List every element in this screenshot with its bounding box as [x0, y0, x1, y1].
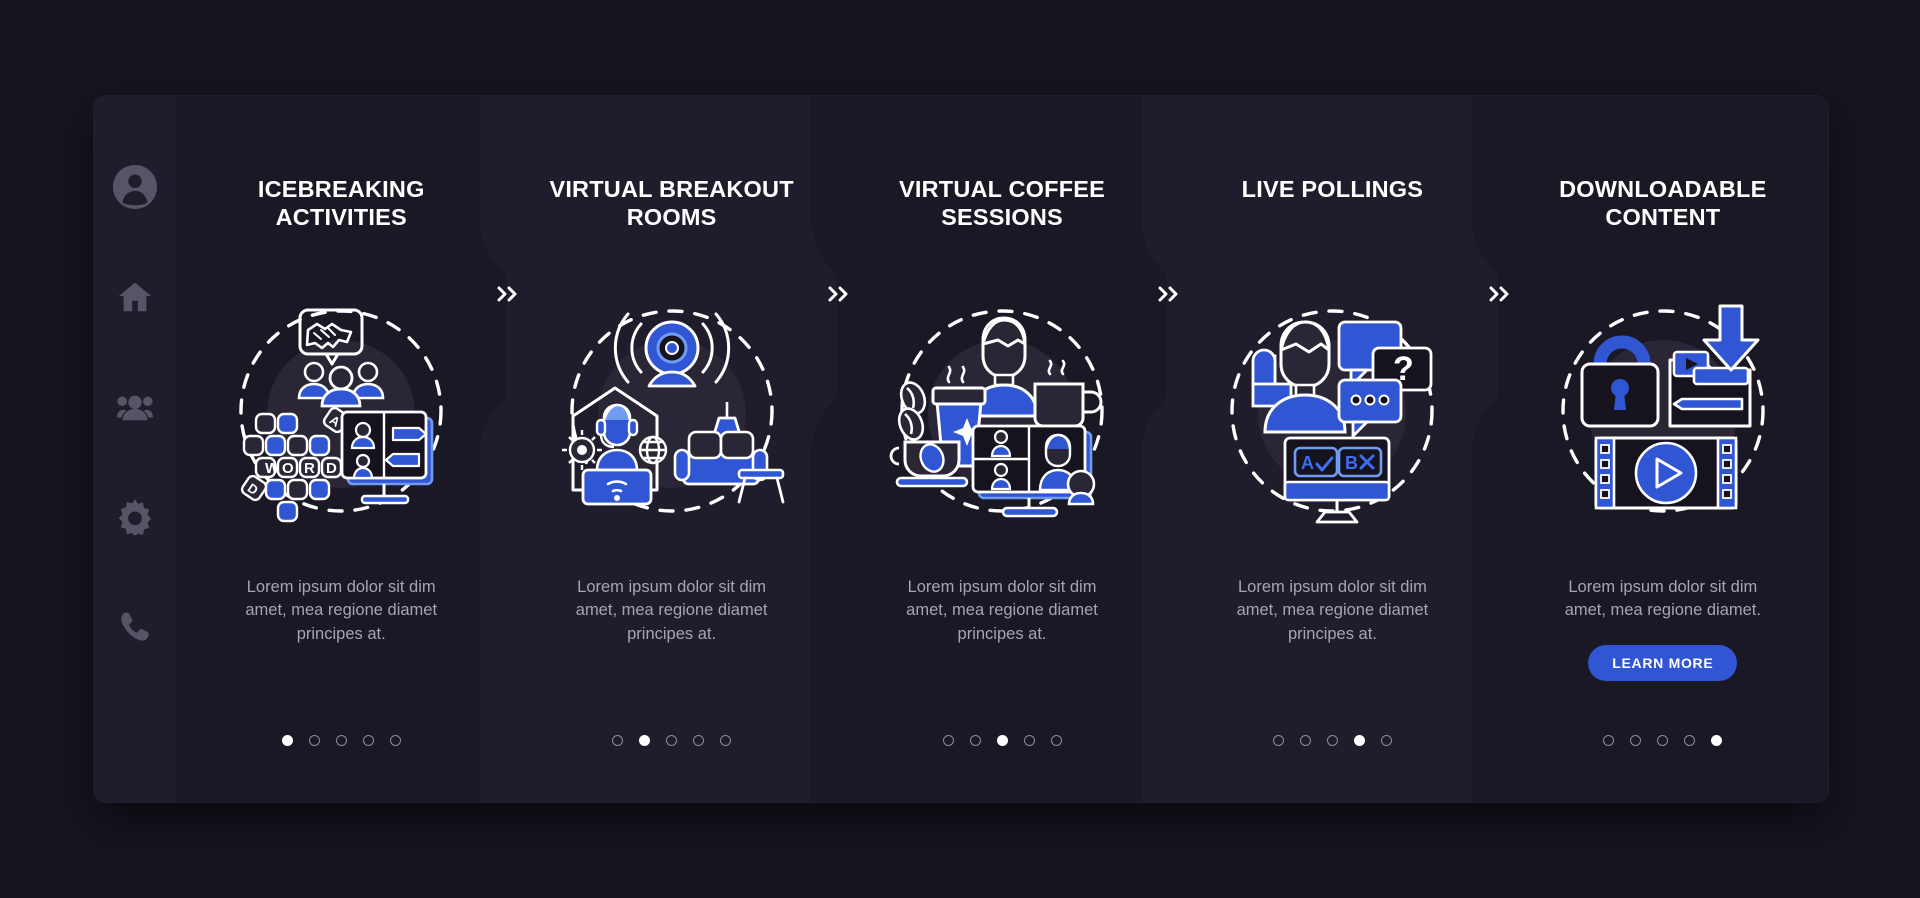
double-chevron-right-icon: [495, 284, 519, 304]
gear-icon: [117, 499, 153, 535]
panel-description: Lorem ipsum dolor sit dim amet, mea regi…: [1564, 578, 1761, 620]
svg-text:O: O: [282, 460, 294, 477]
panel-title: DOWNLOADABLE CONTENT: [1559, 176, 1767, 230]
virtual-coffee-sessions-illustration: [883, 292, 1121, 530]
dot-3[interactable]: [1657, 735, 1669, 746]
sidebar-item-home[interactable]: [114, 276, 156, 318]
dot-2[interactable]: [969, 735, 981, 746]
panel-title: LIVE POLLINGS: [1241, 176, 1424, 202]
dot-4[interactable]: [1684, 735, 1696, 746]
panel-downloadable-content[interactable]: DOWNLOADABLE CONTENT Lorem ipsum dolor s…: [1471, 96, 1828, 802]
sidebar: [94, 96, 176, 802]
panel-live-pollings[interactable]: LIVE POLLINGS ? A B Lorem ipsum dolor si…: [1141, 96, 1498, 802]
dot-5[interactable]: [389, 735, 401, 746]
svg-text:R: R: [304, 460, 315, 477]
dot-4[interactable]: [693, 735, 705, 746]
dot-1[interactable]: [612, 735, 624, 746]
svg-text:D: D: [326, 460, 337, 477]
svg-text:B: B: [1345, 453, 1358, 473]
user-avatar-icon: [112, 164, 158, 210]
dot-1[interactable]: [1603, 735, 1615, 746]
people-group-icon: [116, 388, 154, 426]
home-icon: [116, 278, 154, 316]
panel-title: ICEBREAKING ACTIVITIES: [257, 176, 425, 230]
svg-text:W: W: [265, 460, 280, 477]
dot-4[interactable]: [1023, 735, 1035, 746]
dot-1[interactable]: [1272, 735, 1284, 746]
learn-more-button[interactable]: LEARN MORE: [1588, 644, 1738, 681]
panel-title: VIRTUAL COFFEE SESSIONS: [898, 176, 1106, 230]
onboarding-card: ICEBREAKING ACTIVITIES W O R D A D Lorem…: [94, 96, 1828, 802]
dot-3[interactable]: [996, 735, 1008, 746]
pagination-dots[interactable]: [506, 735, 836, 746]
dot-2[interactable]: [1299, 735, 1311, 746]
sidebar-item-contact[interactable]: [114, 606, 156, 648]
panel-description: Lorem ipsum dolor sit dim amet, mea regi…: [575, 578, 768, 643]
dot-5[interactable]: [1050, 735, 1062, 746]
dot-5[interactable]: [1711, 735, 1723, 746]
panel-virtual-coffee-sessions[interactable]: VIRTUAL COFFEE SESSIONS Lorem ipsum dolo…: [810, 96, 1168, 802]
pagination-dots[interactable]: [1167, 735, 1497, 746]
double-chevron-right-icon: [1487, 284, 1511, 304]
dot-2[interactable]: [639, 735, 651, 746]
dot-5[interactable]: [1380, 735, 1392, 746]
double-chevron-right-icon: [1156, 284, 1180, 304]
dot-3[interactable]: [666, 735, 678, 746]
dot-4[interactable]: [1353, 735, 1365, 746]
phone-icon: [118, 610, 152, 644]
dot-3[interactable]: [1326, 735, 1338, 746]
panel-virtual-breakout-rooms[interactable]: VIRTUAL BREAKOUT ROOMS Lorem ipsum dolor…: [480, 96, 837, 802]
pagination-dots[interactable]: [1498, 735, 1828, 746]
sidebar-item-settings[interactable]: [114, 496, 156, 538]
sidebar-item-profile[interactable]: [112, 164, 158, 210]
panels-row: ICEBREAKING ACTIVITIES W O R D A D Lorem…: [176, 96, 1828, 802]
panel-description: Lorem ipsum dolor sit dim amet, mea regi…: [906, 578, 1098, 643]
double-chevron-right-icon: [826, 284, 850, 304]
panel-title: VIRTUAL BREAKOUT ROOMS: [549, 176, 794, 230]
virtual-breakout-rooms-illustration: [553, 292, 791, 530]
dot-5[interactable]: [720, 735, 732, 746]
svg-text:A: A: [1301, 453, 1314, 473]
live-pollings-illustration: ? A B: [1213, 292, 1451, 530]
panel-description: Lorem ipsum dolor sit dim amet, mea regi…: [245, 578, 438, 643]
downloadable-content-illustration: [1544, 292, 1782, 530]
pagination-dots[interactable]: [176, 735, 506, 746]
dot-3[interactable]: [335, 735, 347, 746]
dot-1[interactable]: [281, 735, 293, 746]
panel-description: Lorem ipsum dolor sit dim amet, mea regi…: [1236, 578, 1429, 643]
icebreaking-activities-illustration: W O R D A D: [222, 292, 460, 530]
dot-1[interactable]: [942, 735, 954, 746]
dot-2[interactable]: [308, 735, 320, 746]
panel-icebreaking-activities[interactable]: ICEBREAKING ACTIVITIES W O R D A D Lorem…: [176, 96, 507, 802]
sidebar-item-community[interactable]: [114, 386, 156, 428]
dot-2[interactable]: [1630, 735, 1642, 746]
onboarding-screen: ICEBREAKING ACTIVITIES W O R D A D Lorem…: [0, 0, 1920, 898]
dot-4[interactable]: [362, 735, 374, 746]
pagination-dots[interactable]: [837, 735, 1167, 746]
